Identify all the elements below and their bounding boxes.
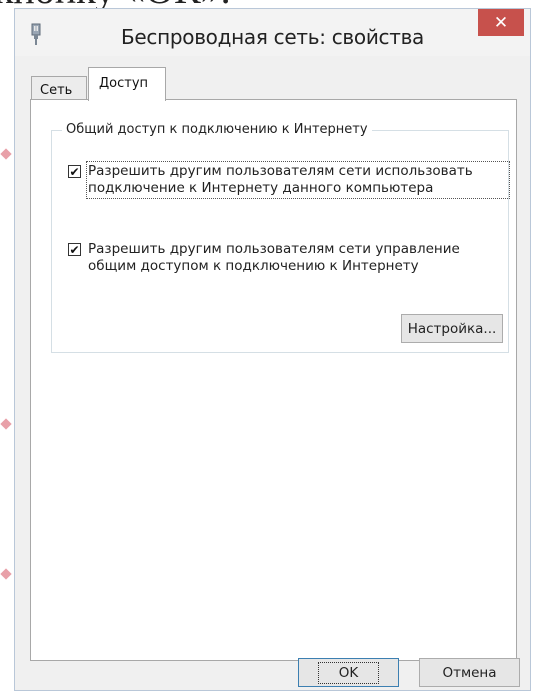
- label-line: Разрешить другим пользователям сети упра…: [88, 241, 460, 257]
- allow-connection-checkbox-row[interactable]: ✔ Разрешить другим пользователям сети ис…: [68, 161, 510, 199]
- tab-panel: Общий доступ к подключению к Интернету ✔…: [30, 99, 517, 661]
- close-button[interactable]: ✕: [478, 9, 524, 36]
- cancel-button[interactable]: Отмена: [419, 658, 520, 687]
- decorative-marker: [0, 568, 12, 580]
- decorative-marker: [0, 418, 12, 430]
- properties-dialog: Беспроводная сеть: свойства ✕ Сеть Досту…: [14, 8, 531, 691]
- allow-control-checkbox-row[interactable]: ✔ Разрешить другим пользователям сети уп…: [68, 241, 508, 275]
- label-line: Разрешить другим пользователям сети испо…: [88, 163, 473, 179]
- tab-network[interactable]: Сеть: [31, 76, 87, 100]
- allow-connection-checkbox[interactable]: ✔: [68, 165, 81, 178]
- internet-sharing-group: Общий доступ к подключению к Интернету ✔…: [51, 122, 510, 353]
- allow-connection-label[interactable]: Разрешить другим пользователям сети испо…: [86, 161, 510, 199]
- checkmark-icon: ✔: [69, 242, 80, 257]
- ok-label: OK: [317, 661, 380, 684]
- settings-button[interactable]: Настройка...: [401, 314, 503, 343]
- tab-access[interactable]: Доступ: [88, 67, 166, 101]
- decorative-marker: [0, 148, 12, 160]
- allow-control-checkbox[interactable]: ✔: [68, 243, 81, 256]
- tab-label: Доступ: [99, 76, 149, 91]
- label-line: общим доступом к подключению к Интернету: [88, 258, 419, 274]
- close-icon: ✕: [493, 12, 509, 33]
- label-line: подключение к Интернету данного компьюте…: [88, 180, 434, 196]
- tab-label: Сеть: [40, 83, 73, 98]
- allow-control-label[interactable]: Разрешить другим пользователям сети упра…: [88, 241, 508, 275]
- ok-button[interactable]: OK: [298, 658, 399, 687]
- title-bar[interactable]: Беспроводная сеть: свойства ✕: [15, 9, 530, 56]
- checkmark-icon: ✔: [69, 164, 80, 179]
- group-title: Общий доступ к подключению к Интернету: [62, 122, 372, 137]
- window-title: Беспроводная сеть: свойства: [120, 25, 425, 49]
